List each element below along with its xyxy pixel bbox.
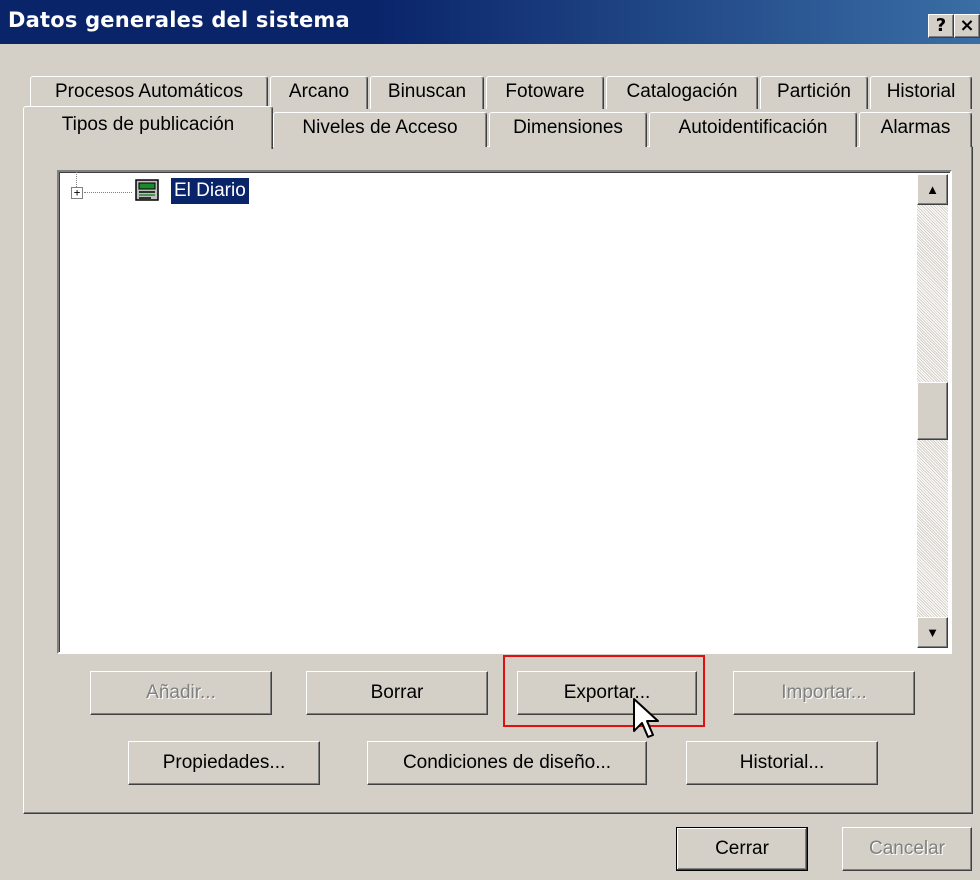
export-button[interactable]: Exportar... [517,671,697,715]
tree-item-label[interactable]: El Diario [171,178,249,204]
tab-catalogacion[interactable]: Catalogación [606,76,758,109]
tab-particion[interactable]: Partición [760,76,868,109]
add-button-label: Añadir... [146,682,216,703]
design-conditions-button-label: Condiciones de diseño... [402,752,612,773]
vertical-scrollbar[interactable]: ▲ ▼ [917,174,948,648]
tab-dimensiones[interactable]: Dimensiones [489,112,647,147]
close-dialog-button-label: Cerrar [715,838,769,859]
scroll-up-arrow-icon[interactable]: ▲ [917,174,948,205]
expand-icon[interactable]: + [71,187,83,199]
tree-connector [84,192,132,193]
window-title: Datos generales del sistema [8,8,350,32]
add-button: Añadir... [90,671,272,715]
tab-procesos-automaticos[interactable]: Procesos Automáticos [30,76,268,109]
history-button[interactable]: Historial... [686,741,878,785]
tab-binuscan[interactable]: Binuscan [370,76,484,109]
close-button[interactable]: × [954,14,980,38]
scroll-down-arrow-icon[interactable]: ▼ [917,617,948,648]
publication-icon [135,179,159,201]
close-dialog-button[interactable]: Cerrar [676,827,808,871]
history-button-label: Historial... [739,752,825,773]
publication-tree[interactable]: + El Diario ▲ ▼ [57,170,952,654]
properties-button[interactable]: Propiedades... [128,741,320,785]
properties-button-label: Propiedades... [162,752,286,773]
tab-alarmas[interactable]: Alarmas [859,112,972,147]
tab-historial[interactable]: Historial [870,76,972,109]
scroll-thumb[interactable] [917,382,948,440]
import-button-label: Importar... [781,682,867,703]
title-bar[interactable]: Datos generales del sistema ? × [0,0,980,47]
tab-niveles-de-acceso[interactable]: Niveles de Acceso [273,112,487,147]
delete-button-label: Borrar [370,682,424,703]
import-button: Importar... [733,671,915,715]
tab-autoidentificacion[interactable]: Autoidentificación [649,112,857,147]
tab-fotoware[interactable]: Fotoware [486,76,604,109]
delete-button[interactable]: Borrar [306,671,488,715]
tab-tipos-de-publicacion[interactable]: Tipos de publicación [23,106,273,149]
cancel-button-label: Cancelar [868,838,946,859]
cancel-button: Cancelar [842,827,972,871]
mouse-pointer-icon [633,698,659,738]
tab-arcano[interactable]: Arcano [270,76,368,109]
design-conditions-button[interactable]: Condiciones de diseño... [367,741,647,785]
help-button[interactable]: ? [928,14,954,38]
tree-connector [76,172,77,187]
